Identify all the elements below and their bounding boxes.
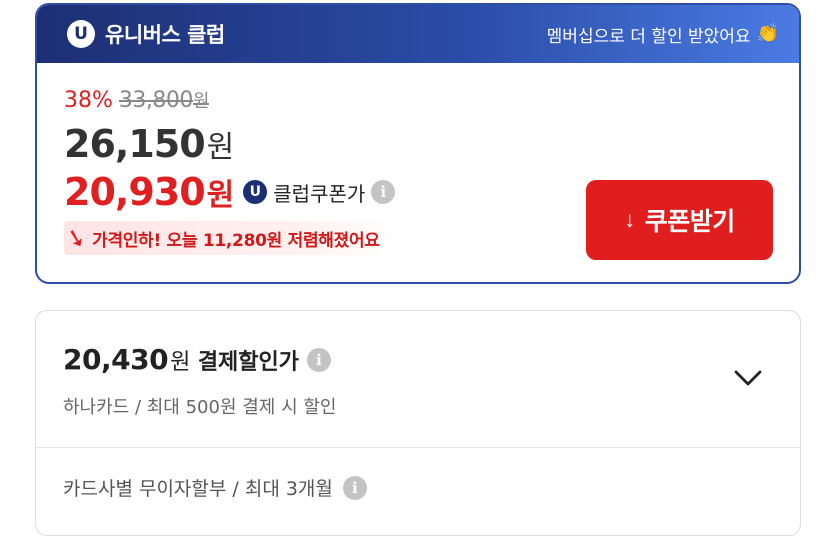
payment-discount-card: 20,430원 결제할인가 i 하나카드 / 최대 500원 결제 시 할인 카… (35, 310, 801, 536)
club-coupon-price-value: 20,930 (64, 170, 206, 214)
sale-price-unit: 원 (206, 130, 235, 165)
payment-price: 20,430원 (63, 343, 190, 376)
coupon-download-button[interactable]: ↓ 쿠폰받기 (586, 180, 773, 260)
club-tagline: 멤버십으로 더 할인 받았어요 👏 (547, 22, 779, 47)
club-title: 유니버스 클럽 (105, 23, 225, 47)
info-icon[interactable]: i (371, 180, 396, 204)
club-coupon-price-unit: 원 (206, 178, 235, 213)
discount-row: 38% 33,800원 (64, 87, 398, 115)
price-drop-banner: ➘ 가격인하! 오늘 11,280원 저렴해졌어요 (62, 221, 398, 255)
club-header: U 유니버스 클럽 멤버십으로 더 할인 받았어요 👏 (37, 5, 799, 63)
original-price: 33,800원 (118, 87, 210, 113)
price-drop-text: 가격인하! 오늘 11,280원 저렴해졌어요 (92, 230, 380, 251)
club-tagline-text: 멤버십으로 더 할인 받았어요 (546, 26, 751, 47)
club-coupon-label: U 클럽쿠폰가 i (243, 178, 396, 207)
payment-price-unit: 원 (170, 350, 190, 375)
arrow-down-icon: ➘ (62, 221, 90, 255)
chevron-down-icon[interactable] (733, 363, 763, 393)
price-block: 38% 33,800원 26,150원 20,930원 U 클럽쿠폰가 i ➘ … (62, 87, 398, 255)
payment-price-label: 결제할인가 (197, 349, 300, 375)
clap-icon: 👏 (756, 23, 779, 44)
payment-info-icon[interactable]: i (307, 347, 332, 372)
universe-small-icon: U (243, 180, 268, 204)
installment-row: 카드사별 무이자할부 / 최대 3개월 i (63, 474, 367, 501)
download-icon: ↓ (624, 207, 635, 232)
installment-info-icon[interactable]: i (342, 475, 367, 500)
payment-price-row: 20,430원 결제할인가 i (63, 343, 332, 376)
club-price-row: 20,930원 U 클럽쿠폰가 i (64, 169, 398, 215)
payment-card-condition: 하나카드 / 최대 500원 결제 시 할인 (63, 397, 337, 418)
universe-logo-icon: U (67, 20, 95, 48)
club-coupon-label-text: 클럽쿠폰가 (273, 181, 366, 206)
club-brand: U 유니버스 클럽 (67, 19, 225, 49)
club-coupon-price: 20,930원 (64, 170, 235, 214)
discount-rate: 38% (64, 88, 113, 113)
universe-club-card: U 유니버스 클럽 멤버십으로 더 할인 받았어요 👏 38% 33,800원 … (35, 3, 801, 284)
sale-price-value: 26,150 (64, 122, 206, 166)
payment-discount-row[interactable]: 20,430원 결제할인가 i 하나카드 / 최대 500원 결제 시 할인 (36, 311, 800, 448)
installment-text: 카드사별 무이자할부 / 최대 3개월 (63, 478, 333, 500)
original-price-value: 33,800 (118, 88, 193, 113)
sale-price: 26,150원 (64, 121, 398, 167)
coupon-button-label: 쿠폰받기 (644, 208, 736, 236)
payment-price-value: 20,430 (63, 343, 169, 376)
original-price-unit: 원 (192, 91, 210, 112)
